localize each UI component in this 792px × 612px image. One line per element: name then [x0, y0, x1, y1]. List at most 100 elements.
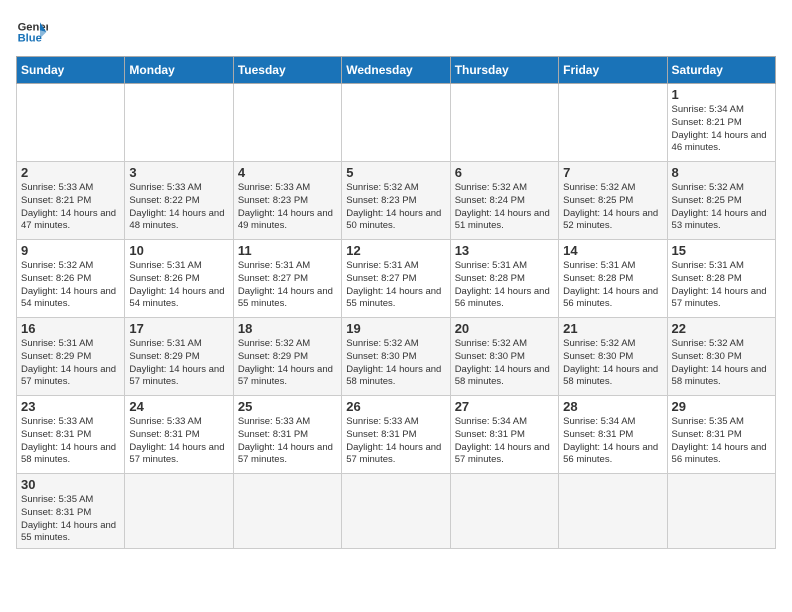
- day-info: Sunrise: 5:31 AMSunset: 8:27 PMDaylight:…: [238, 260, 337, 311]
- calendar-week-row: 16 Sunrise: 5:31 AMSunset: 8:29 PMDayligh…: [17, 318, 776, 396]
- weekday-header-monday: Monday: [125, 57, 233, 84]
- calendar-cell: 19 Sunrise: 5:32 AMSunset: 8:30 PMDayligh…: [342, 318, 450, 396]
- day-info: Sunrise: 5:33 AMSunset: 8:23 PMDaylight:…: [238, 182, 337, 233]
- calendar-cell: [559, 84, 667, 162]
- day-number: 18: [238, 321, 337, 336]
- weekday-header-row: SundayMondayTuesdayWednesdayThursdayFrid…: [17, 57, 776, 84]
- day-number: 7: [563, 165, 662, 180]
- day-info: Sunrise: 5:32 AMSunset: 8:23 PMDaylight:…: [346, 182, 445, 233]
- weekday-header-tuesday: Tuesday: [233, 57, 341, 84]
- day-number: 10: [129, 243, 228, 258]
- day-number: 3: [129, 165, 228, 180]
- day-number: 25: [238, 399, 337, 414]
- header: General Blue: [16, 16, 776, 48]
- calendar-cell: 15Sunrise: 5:31 AMSunset: 8:28 PMDayligh…: [667, 240, 775, 318]
- day-number: 28: [563, 399, 662, 414]
- calendar-cell: [125, 474, 233, 549]
- day-number: 16: [21, 321, 120, 336]
- day-number: 21: [563, 321, 662, 336]
- calendar-cell: [667, 474, 775, 549]
- calendar-cell: [233, 84, 341, 162]
- calendar-cell: 7 Sunrise: 5:32 AMSunset: 8:25 PMDaylight…: [559, 162, 667, 240]
- day-info: Sunrise: 5:32 AMSunset: 8:25 PMDaylight:…: [563, 182, 662, 233]
- calendar-cell: 24Sunrise: 5:33 AMSunset: 8:31 PMDayligh…: [125, 396, 233, 474]
- calendar-cell: [125, 84, 233, 162]
- calendar-cell: 20Sunrise: 5:32 AMSunset: 8:30 PMDayligh…: [450, 318, 558, 396]
- calendar-cell: 2 Sunrise: 5:33 AMSunset: 8:21 PMDaylight…: [17, 162, 125, 240]
- calendar-cell: 30 Sunrise: 5:35 AMSunset: 8:31 PMDayligh…: [17, 474, 125, 549]
- calendar-cell: 5 Sunrise: 5:32 AMSunset: 8:23 PMDaylight…: [342, 162, 450, 240]
- day-info: Sunrise: 5:34 AMSunset: 8:21 PMDaylight:…: [672, 104, 771, 155]
- calendar-cell: [342, 84, 450, 162]
- weekday-header-friday: Friday: [559, 57, 667, 84]
- day-number: 14: [563, 243, 662, 258]
- day-info: Sunrise: 5:33 AMSunset: 8:31 PMDaylight:…: [238, 416, 337, 467]
- day-number: 17: [129, 321, 228, 336]
- day-number: 27: [455, 399, 554, 414]
- calendar-cell: [233, 474, 341, 549]
- weekday-header-wednesday: Wednesday: [342, 57, 450, 84]
- calendar-cell: 26Sunrise: 5:33 AMSunset: 8:31 PMDayligh…: [342, 396, 450, 474]
- day-number: 5: [346, 165, 445, 180]
- day-info: Sunrise: 5:35 AMSunset: 8:31 PMDaylight:…: [21, 494, 120, 545]
- calendar-cell: 21Sunrise: 5:32 AMSunset: 8:30 PMDayligh…: [559, 318, 667, 396]
- day-number: 15: [672, 243, 771, 258]
- weekday-header-sunday: Sunday: [17, 57, 125, 84]
- calendar-cell: 13 Sunrise: 5:31 AMSunset: 8:28 PMDayligh…: [450, 240, 558, 318]
- calendar-cell: 17 Sunrise: 5:31 AMSunset: 8:29 PMDayligh…: [125, 318, 233, 396]
- day-number: 26: [346, 399, 445, 414]
- calendar-cell: 9Sunrise: 5:32 AMSunset: 8:26 PMDaylight…: [17, 240, 125, 318]
- day-info: Sunrise: 5:32 AMSunset: 8:26 PMDaylight:…: [21, 260, 120, 311]
- calendar-cell: [342, 474, 450, 549]
- calendar-cell: [450, 84, 558, 162]
- calendar-cell: 25 Sunrise: 5:33 AMSunset: 8:31 PMDayligh…: [233, 396, 341, 474]
- day-info: Sunrise: 5:31 AMSunset: 8:27 PMDaylight:…: [346, 260, 445, 311]
- calendar-cell: [17, 84, 125, 162]
- logo-icon: General Blue: [16, 16, 48, 48]
- svg-text:Blue: Blue: [18, 33, 42, 45]
- day-number: 30: [21, 477, 120, 492]
- calendar-week-row: 23 Sunrise: 5:33 AMSunset: 8:31 PMDayligh…: [17, 396, 776, 474]
- calendar-cell: 1 Sunrise: 5:34 AMSunset: 8:21 PMDaylight…: [667, 84, 775, 162]
- day-info: Sunrise: 5:32 AMSunset: 8:24 PMDaylight:…: [455, 182, 554, 233]
- calendar-cell: 23 Sunrise: 5:33 AMSunset: 8:31 PMDayligh…: [17, 396, 125, 474]
- calendar-week-row: 2 Sunrise: 5:33 AMSunset: 8:21 PMDaylight…: [17, 162, 776, 240]
- day-info: Sunrise: 5:32 AMSunset: 8:30 PMDaylight:…: [672, 338, 771, 389]
- calendar-cell: [450, 474, 558, 549]
- day-number: 6: [455, 165, 554, 180]
- calendar-cell: 27Sunrise: 5:34 AMSunset: 8:31 PMDayligh…: [450, 396, 558, 474]
- day-number: 2: [21, 165, 120, 180]
- calendar-cell: 11 Sunrise: 5:31 AMSunset: 8:27 PMDayligh…: [233, 240, 341, 318]
- calendar-cell: 16 Sunrise: 5:31 AMSunset: 8:29 PMDayligh…: [17, 318, 125, 396]
- day-info: Sunrise: 5:33 AMSunset: 8:31 PMDaylight:…: [129, 416, 228, 467]
- calendar-cell: 3Sunrise: 5:33 AMSunset: 8:22 PMDaylight…: [125, 162, 233, 240]
- calendar-cell: 12Sunrise: 5:31 AMSunset: 8:27 PMDayligh…: [342, 240, 450, 318]
- calendar-cell: 29 Sunrise: 5:35 AMSunset: 8:31 PMDayligh…: [667, 396, 775, 474]
- day-number: 1: [672, 87, 771, 102]
- weekday-header-thursday: Thursday: [450, 57, 558, 84]
- calendar-cell: 14 Sunrise: 5:31 AMSunset: 8:28 PMDayligh…: [559, 240, 667, 318]
- day-info: Sunrise: 5:31 AMSunset: 8:29 PMDaylight:…: [21, 338, 120, 389]
- day-info: Sunrise: 5:33 AMSunset: 8:21 PMDaylight:…: [21, 182, 120, 233]
- day-info: Sunrise: 5:31 AMSunset: 8:29 PMDaylight:…: [129, 338, 228, 389]
- day-info: Sunrise: 5:33 AMSunset: 8:31 PMDaylight:…: [21, 416, 120, 467]
- day-number: 4: [238, 165, 337, 180]
- weekday-header-saturday: Saturday: [667, 57, 775, 84]
- calendar-cell: 6 Sunrise: 5:32 AMSunset: 8:24 PMDaylight…: [450, 162, 558, 240]
- day-number: 19: [346, 321, 445, 336]
- day-info: Sunrise: 5:32 AMSunset: 8:30 PMDaylight:…: [455, 338, 554, 389]
- calendar-cell: 28 Sunrise: 5:34 AMSunset: 8:31 PMDayligh…: [559, 396, 667, 474]
- day-info: Sunrise: 5:35 AMSunset: 8:31 PMDaylight:…: [672, 416, 771, 467]
- day-number: 11: [238, 243, 337, 258]
- calendar-table: SundayMondayTuesdayWednesdayThursdayFrid…: [16, 56, 776, 549]
- calendar-cell: 10Sunrise: 5:31 AMSunset: 8:26 PMDayligh…: [125, 240, 233, 318]
- day-number: 13: [455, 243, 554, 258]
- day-number: 29: [672, 399, 771, 414]
- day-info: Sunrise: 5:31 AMSunset: 8:28 PMDaylight:…: [563, 260, 662, 311]
- calendar-cell: 18Sunrise: 5:32 AMSunset: 8:29 PMDayligh…: [233, 318, 341, 396]
- day-info: Sunrise: 5:32 AMSunset: 8:30 PMDaylight:…: [346, 338, 445, 389]
- day-info: Sunrise: 5:34 AMSunset: 8:31 PMDaylight:…: [563, 416, 662, 467]
- day-info: Sunrise: 5:31 AMSunset: 8:28 PMDaylight:…: [455, 260, 554, 311]
- day-number: 23: [21, 399, 120, 414]
- day-number: 22: [672, 321, 771, 336]
